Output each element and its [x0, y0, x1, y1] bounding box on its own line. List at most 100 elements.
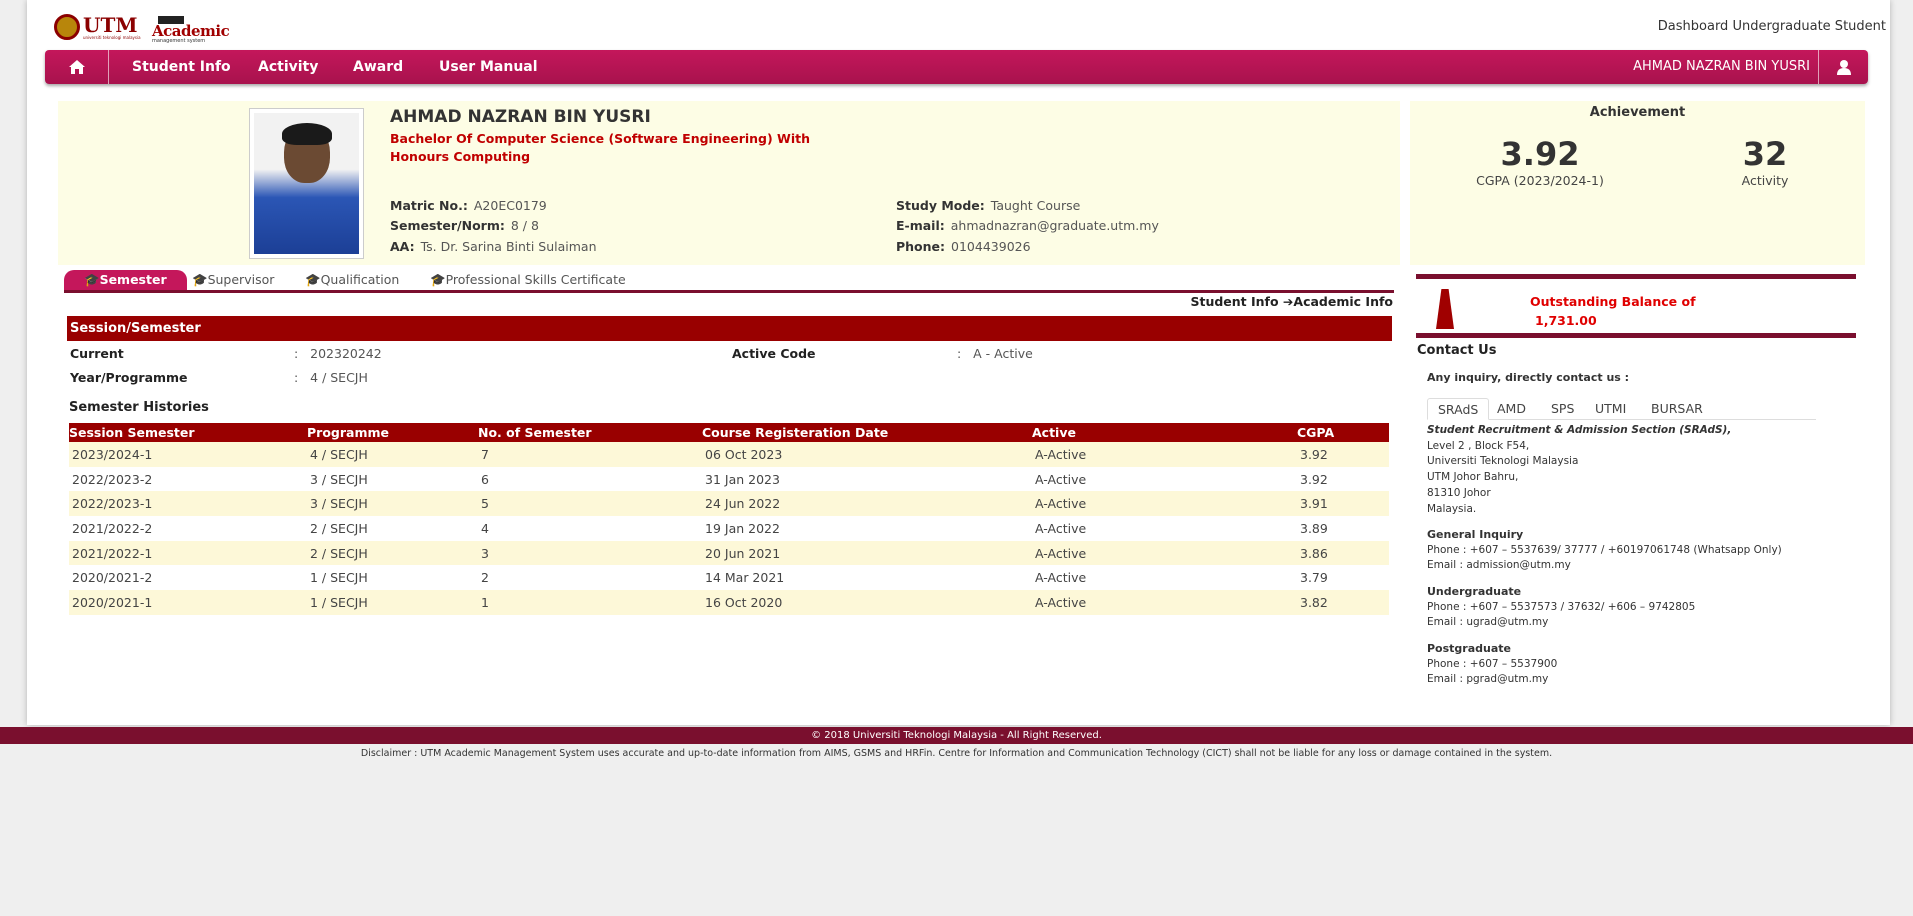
profile-panel: AHMAD NAZRAN BIN YUSRI Bachelor Of Compu…: [58, 101, 1400, 265]
table-cell: 14 Mar 2021: [705, 570, 785, 586]
session-header: Session/Semester: [67, 316, 1392, 341]
table-cell: 19 Jan 2022: [705, 520, 780, 536]
contact-tab-bursar[interactable]: BURSAR: [1641, 398, 1713, 420]
tab-supervisor[interactable]: 🎓Supervisor: [192, 270, 274, 290]
address-line: 81310 Johor: [1427, 486, 1491, 499]
user-icon: [1836, 60, 1851, 75]
table-row: 2020/2021-1 1 / SECJH 1 16 Oct 2020 A-Active…: [69, 590, 1389, 615]
table-cell: 3.79: [1300, 570, 1328, 586]
matric-value: A20EC0179: [473, 198, 547, 213]
table-cell: 3.89: [1300, 520, 1328, 536]
table-cell: 24 Jun 2022: [702, 491, 1032, 517]
phone-row: Phone: 0104439026: [896, 239, 1031, 254]
contact-tab-utmi[interactable]: UTMI: [1585, 398, 1636, 420]
study-mode-row: Study Mode: Taught Course: [896, 198, 1080, 213]
tab-qualification[interactable]: 🎓Qualification: [305, 270, 399, 290]
nav-user-name[interactable]: AHMAD NAZRAN BIN YUSRI: [1633, 50, 1810, 84]
undergraduate-title: Undergraduate: [1427, 585, 1522, 598]
home-button[interactable]: [45, 50, 109, 84]
tab-semester[interactable]: 🎓Semester: [64, 270, 187, 290]
outstanding-balance-text[interactable]: Outstanding Balance of 1,731.00: [1530, 292, 1696, 330]
semester-label: Semester/Norm:: [390, 218, 505, 233]
semester-row: Semester/Norm: 8 / 8: [390, 218, 539, 233]
table-row: 2021/2022-2 2 / SECJH 4 19 Jan 2022 A-Active…: [69, 516, 1389, 541]
table-cell: 3.86: [1297, 540, 1389, 566]
contact-tab-sps[interactable]: SPS: [1541, 398, 1584, 420]
col-programme[interactable]: Programme: [307, 423, 478, 442]
phone-value: 0104439026: [951, 239, 1031, 254]
phone-label: Phone:: [896, 239, 946, 254]
matric-label: Matric No.:: [390, 198, 468, 213]
nav-user-manual[interactable]: User Manual: [439, 50, 538, 84]
academic-logo[interactable]: Academic management system: [152, 16, 230, 44]
table-row: 2022/2023-1 3 / SECJH 5 24 Jun 2022 A-Active…: [69, 491, 1389, 517]
aa-label: AA:: [390, 239, 415, 254]
year-value: : 4 / SECJH: [294, 370, 368, 385]
general-inquiry-email[interactable]: Email : admission@utm.my: [1427, 558, 1782, 574]
table-cell: 1: [478, 590, 702, 615]
contact-tab-srads[interactable]: SRAdS: [1427, 398, 1490, 420]
table-cell: 3.92: [1300, 471, 1328, 487]
aa-value: Ts. Dr. Sarina Binti Sulaiman: [420, 239, 597, 254]
general-inquiry-title: General Inquiry: [1427, 528, 1524, 541]
semester-value: 8 / 8: [510, 218, 539, 233]
year-label: Year/Programme: [70, 370, 188, 385]
undergraduate-email[interactable]: Email : ugrad@utm.my: [1427, 615, 1695, 631]
table-cell: 1 / SECJH: [307, 590, 478, 615]
col-cgpa[interactable]: CGPA: [1297, 423, 1389, 442]
tab-professional-skills[interactable]: 🎓Professional Skills Certificate: [430, 270, 626, 290]
col-no-of-semester[interactable]: No. of Semester: [478, 423, 702, 442]
balance-label: Outstanding Balance of: [1530, 294, 1696, 309]
graduation-cap-icon: 🎓: [192, 272, 208, 287]
postgraduate-block: Postgraduate Phone : +607 – 5537900 Emai…: [1427, 641, 1557, 688]
nav-student-info[interactable]: Student Info: [132, 50, 231, 84]
nav-award[interactable]: Award: [353, 50, 403, 84]
student-photo: [249, 108, 364, 259]
active-code-label: Active Code: [732, 346, 816, 361]
table-cell: 3: [478, 540, 702, 566]
contact-tab-amd[interactable]: AMD: [1487, 398, 1536, 420]
contact-address: Student Recruitment & Admission Section …: [1427, 423, 1731, 517]
footer-copyright: © 2018 Universiti Teknologi Malaysia - A…: [0, 727, 1913, 744]
balance-icon: [1436, 289, 1454, 329]
col-session-semester[interactable]: Session Semester: [69, 423, 307, 442]
table-cell: A-Active: [1032, 540, 1297, 566]
address-line: Level 2 , Block F54,: [1427, 439, 1530, 452]
table-cell: 2020/2021-2: [72, 570, 153, 586]
table-row: 2022/2023-2 3 / SECJH 6 31 Jan 2023 A-Active…: [69, 467, 1389, 492]
table-cell: 2 / SECJH: [307, 540, 478, 566]
study-mode-value: Taught Course: [990, 198, 1081, 213]
breadcrumb: Student Info ➔Academic Info: [1190, 294, 1393, 309]
balance-amount: 1,731.00: [1535, 313, 1597, 328]
col-registration-date[interactable]: Course Registeration Date: [702, 423, 1032, 442]
contact-note: Any inquiry, directly contact us :: [1427, 371, 1630, 384]
table-cell: 1 / SECJH: [310, 570, 368, 586]
graduation-cap-icon: 🎓: [430, 272, 446, 287]
graduation-cap-icon: 🎓: [84, 272, 100, 287]
postgraduate-email[interactable]: Email : pgrad@utm.my: [1427, 672, 1557, 688]
utm-logo[interactable]: UTM universiti teknologi malaysia: [54, 14, 141, 40]
table-cell: 3.82: [1297, 590, 1389, 615]
email-value: ahmadnazran@graduate.utm.my: [950, 218, 1159, 233]
contact-org: Student Recruitment & Admission Section …: [1427, 424, 1732, 436]
table-cell: A-Active: [1032, 590, 1297, 615]
nav-activity[interactable]: Activity: [258, 50, 318, 84]
graduation-cap-icon: 🎓: [305, 272, 321, 287]
current-label: Current: [70, 346, 124, 361]
email-label: E-mail:: [896, 218, 945, 233]
user-menu-button[interactable]: [1818, 50, 1868, 84]
table-row: 2023/2024-1 4 / SECJH 7 06 Oct 2023 A-Active…: [69, 442, 1389, 467]
table-cell: 3 / SECJH: [307, 491, 478, 517]
activity-value: 32: [1742, 135, 1788, 173]
cgpa-label: CGPA (2023/2024-1): [1476, 173, 1604, 188]
study-mode-label: Study Mode:: [896, 198, 985, 213]
table-cell: 16 Oct 2020: [702, 590, 1032, 615]
col-active[interactable]: Active: [1032, 423, 1297, 442]
table-cell: 7: [478, 442, 702, 467]
table-cell: 6: [481, 471, 489, 487]
contact-us-title: Contact Us: [1417, 343, 1497, 358]
table-cell: A-Active: [1032, 442, 1297, 467]
footer-disclaimer: Disclaimer : UTM Academic Management Sys…: [360, 748, 1553, 759]
table-cell: 20 Jun 2021: [702, 540, 1032, 566]
email-row: E-mail: ahmadnazran@graduate.utm.my: [896, 218, 1159, 233]
